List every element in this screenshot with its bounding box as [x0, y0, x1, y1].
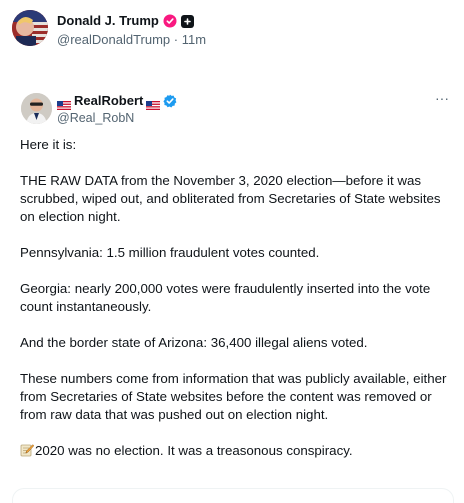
- handle[interactable]: @realDonaldTrump: [57, 32, 170, 47]
- paragraph: THE RAW DATA from the November 3, 2020 e…: [20, 173, 441, 224]
- separator: ·: [173, 32, 179, 47]
- paragraph: Pennsylvania: 1.5 million fraudulent vot…: [20, 245, 320, 260]
- paragraph: Here it is:: [20, 137, 77, 152]
- last-paragraph: 2020 was no election. It was a treasonou…: [20, 442, 452, 460]
- next-card-edge: [12, 488, 454, 503]
- paragraph: Georgia: nearly 200,000 votes were fraud…: [20, 281, 431, 314]
- handle-row: @realDonaldTrump · 11m: [57, 32, 206, 48]
- handle[interactable]: @Real_RobN: [57, 110, 134, 126]
- pink-badge-icon: [163, 14, 177, 28]
- us-flag-icon: [146, 97, 161, 110]
- avatar[interactable]: [21, 93, 52, 124]
- name-row: RealRobert: [57, 93, 177, 110]
- timestamp[interactable]: 11m: [182, 32, 206, 47]
- us-flag-icon: [57, 97, 71, 110]
- post-header: Donald J. Trump @realDonaldTrump · 11m: [12, 10, 452, 50]
- memo-pencil-icon: [20, 443, 35, 457]
- more-horizontal-icon[interactable]: ···: [433, 91, 451, 107]
- verified-check-icon: [163, 94, 177, 108]
- paragraph: And the border state of Arizona: 36,400 …: [20, 335, 368, 350]
- name-row: Donald J. Trump: [57, 13, 194, 29]
- display-name[interactable]: Donald J. Trump: [57, 13, 159, 29]
- post-body: Here it is: THE RAW DATA from the Novemb…: [20, 136, 452, 460]
- square-plus-icon: [180, 14, 194, 28]
- avatar[interactable]: [12, 10, 48, 46]
- last-line-text: 2020 was no election. It was a treasonou…: [35, 443, 353, 458]
- display-name[interactable]: RealRobert: [74, 93, 143, 109]
- paragraph: These numbers come from information that…: [20, 371, 447, 422]
- quoted-post-header: RealRobert @Real_RobN ···: [21, 91, 453, 129]
